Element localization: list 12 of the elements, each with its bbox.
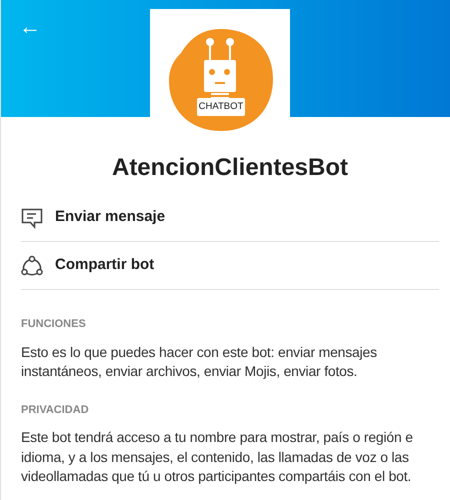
share-icon [21,254,43,276]
action-row[interactable]: Enviar mensaje [21,194,439,242]
action-row[interactable]: Compartir bot [21,242,439,290]
action-label: Enviar mensaje [55,207,166,228]
section-text: Este bot tendrá acceso a tu nombre para mostrar, país o región e idioma, y a los mensajes, el contenido, las llamadas de voz o las videollamadas que tú u otros participantes compartáis con el bot. [21,428,414,486]
logo-label: CHATBOT [197,98,245,116]
section-heading: FUNCIONES [21,317,87,332]
bot-name: AtencionClientesBot [112,153,348,183]
section-heading: PRIVACIDAD [21,402,90,418]
message-icon [21,206,43,228]
section-text: Esto es lo que puedes hacer con este bot: enviar mensajes instantáneos, enviar archivos, enviar Mojis, enviar fotos. [21,342,378,381]
action-label: Compartir bot [55,255,154,276]
